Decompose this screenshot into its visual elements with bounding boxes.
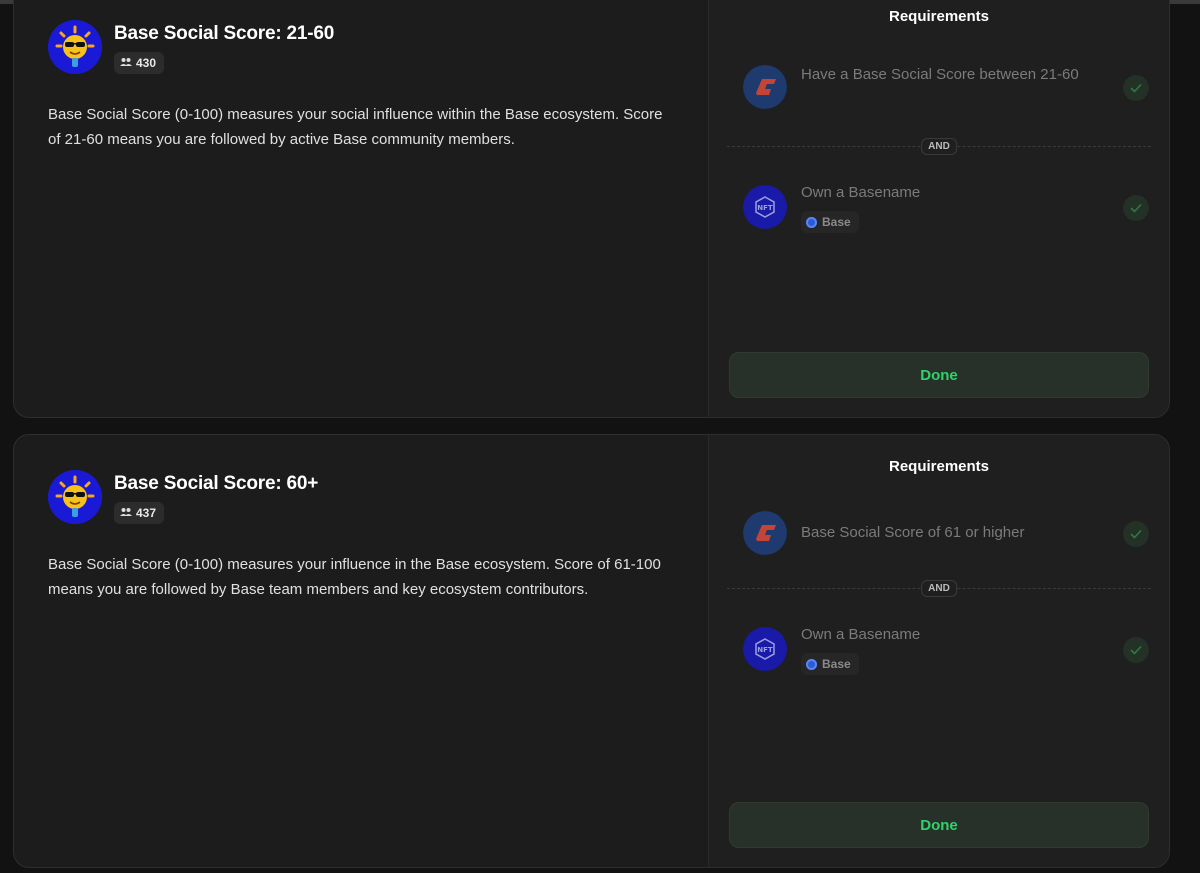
participants-badge: 437 [114, 502, 165, 524]
quest-info-panel: Base Social Score: 21-60 430 Base Social… [14, 0, 708, 417]
participants-icon [120, 506, 132, 520]
check-icon [1123, 521, 1149, 547]
quest-info-panel: Base Social Score: 60+ 437 Base Social S… [14, 435, 708, 867]
done-button[interactable]: Done [729, 802, 1149, 848]
participants-badge: 430 [114, 52, 165, 74]
check-icon [1123, 75, 1149, 101]
chain-label: Base [822, 215, 851, 229]
requirement-item: Base Social Score of 61 or higher [741, 509, 1151, 569]
done-button[interactable]: Done [729, 352, 1149, 398]
chain-label: Base [822, 657, 851, 671]
base-chain-icon [806, 216, 817, 228]
quest-description: Base Social Score (0-100) measures your … [48, 106, 663, 148]
requirement-item: Have a Base Social Score between 21-60 [741, 61, 1151, 121]
nft-icon: NFT [743, 627, 787, 671]
participants-count: 437 [136, 506, 157, 520]
sun-avatar-icon [48, 470, 102, 524]
requirements-divider: AND [727, 138, 1151, 155]
requirements-panel: Requirements Have a Base Social Score be… [708, 0, 1169, 417]
base-chain-icon [806, 658, 817, 670]
quest-card-60-plus: Base Social Score: 60+ 437 Base Social S… [13, 434, 1170, 868]
and-operator-badge: AND [921, 138, 957, 155]
svg-text:NFT: NFT [757, 204, 773, 212]
nft-icon: NFT [743, 185, 787, 229]
requirement-item: NFT Own a Basename Base [741, 621, 1151, 681]
requirements-title: Requirements [888, 458, 990, 475]
check-icon [1123, 637, 1149, 663]
score-logo-icon [743, 65, 787, 109]
svg-text:NFT: NFT [757, 646, 773, 654]
participants-icon [120, 56, 132, 70]
requirements-panel: Requirements Base Social Score of 61 or … [708, 435, 1169, 867]
requirements-divider: AND [727, 580, 1151, 597]
quest-description: Base Social Score (0-100) measures your … [48, 556, 661, 598]
chain-chip: Base [801, 653, 859, 675]
score-logo-icon [743, 511, 787, 555]
requirement-text: Own a Basename [801, 184, 921, 201]
requirements-title: Requirements [888, 8, 990, 25]
check-icon [1123, 195, 1149, 221]
requirement-text: Own a Basename [801, 626, 921, 643]
quest-card-21-60: Base Social Score: 21-60 430 Base Social… [13, 0, 1170, 418]
sun-avatar-icon [48, 20, 102, 74]
requirement-item: NFT Own a Basename Base [741, 179, 1151, 239]
participants-count: 430 [136, 56, 157, 70]
quest-title: Base Social Score: 21-60 [114, 23, 335, 44]
requirement-text: Have a Base Social Score between 21-60 [801, 66, 1079, 83]
chain-chip: Base [801, 211, 859, 233]
requirement-text: Base Social Score of 61 or higher [801, 524, 1025, 541]
quest-title: Base Social Score: 60+ [114, 473, 319, 494]
and-operator-badge: AND [921, 580, 957, 597]
